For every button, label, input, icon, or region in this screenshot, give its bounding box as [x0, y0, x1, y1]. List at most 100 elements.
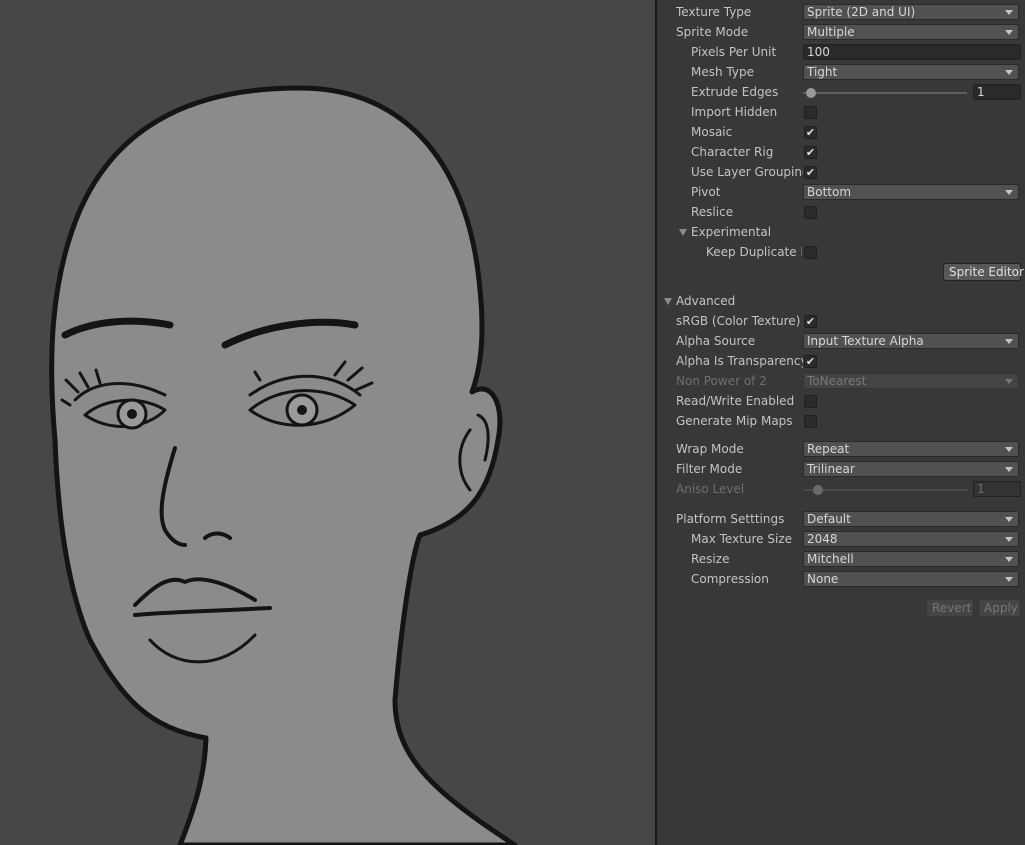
use-layer-grouping-row: Use Layer Grouping ✔	[657, 162, 1025, 182]
import-hidden-checkbox[interactable]	[804, 106, 817, 119]
srgb-label: sRGB (Color Texture)	[676, 314, 801, 328]
checkmark-icon: ✔	[805, 166, 816, 179]
apply-button[interactable]: Apply	[978, 599, 1021, 617]
checkmark-icon: ✔	[805, 146, 816, 159]
read-write-row: Read/Write Enabled	[657, 391, 1025, 411]
pivot-dropdown[interactable]: Bottom	[803, 184, 1019, 200]
import-hidden-row: Import Hidden	[657, 102, 1025, 122]
aniso-level-slider	[803, 485, 967, 495]
checkmark-icon: ✔	[805, 315, 816, 328]
extrude-edges-label: Extrude Edges	[691, 85, 779, 99]
advanced-foldout[interactable]: Advanced	[657, 291, 1025, 311]
alpha-is-transparency-label: Alpha Is Transparency	[676, 354, 803, 368]
texture-type-dropdown[interactable]: Sprite (2D and UI)	[803, 4, 1019, 20]
non-power-of-2-dropdown: ToNearest	[803, 373, 1019, 389]
use-layer-grouping-label: Use Layer Grouping	[691, 165, 803, 179]
sprite-preview-viewport[interactable]	[0, 0, 655, 845]
chevron-down-icon	[1005, 557, 1013, 562]
alpha-source-dropdown[interactable]: Input Texture Alpha	[803, 333, 1019, 349]
filter-mode-dropdown[interactable]: Trilinear	[803, 461, 1019, 477]
foldout-arrow-icon[interactable]	[679, 229, 687, 236]
sprite-mode-label: Sprite Mode	[676, 25, 749, 39]
reslice-checkbox[interactable]	[804, 206, 817, 219]
max-texture-size-dropdown[interactable]: 2048	[803, 531, 1019, 547]
read-write-checkbox[interactable]	[804, 395, 817, 408]
pixels-per-unit-row: Pixels Per Unit 100	[657, 42, 1025, 62]
chevron-down-icon	[1005, 10, 1013, 15]
non-power-of-2-label: Non Power of 2	[676, 374, 767, 388]
alpha-source-row: Alpha Source Input Texture Alpha	[657, 331, 1025, 351]
import-hidden-label: Import Hidden	[691, 105, 778, 119]
chevron-down-icon	[1005, 517, 1013, 522]
checkmark-icon: ✔	[805, 355, 816, 368]
foldout-arrow-icon[interactable]	[664, 298, 672, 305]
mesh-type-dropdown[interactable]: Tight	[803, 64, 1019, 80]
sprite-mode-dropdown[interactable]: Multiple	[803, 24, 1019, 40]
wrap-mode-row: Wrap Mode Repeat	[657, 439, 1025, 459]
advanced-label: Advanced	[676, 294, 736, 308]
chevron-down-icon	[1005, 467, 1013, 472]
srgb-row: sRGB (Color Texture) ✔	[657, 311, 1025, 331]
extrude-edges-row: Extrude Edges 1	[657, 82, 1025, 102]
mosaic-checkbox[interactable]: ✔	[804, 126, 817, 139]
chevron-down-icon	[1005, 537, 1013, 542]
read-write-label: Read/Write Enabled	[676, 394, 795, 408]
chevron-down-icon	[1005, 339, 1013, 344]
srgb-checkbox[interactable]: ✔	[804, 315, 817, 328]
aniso-level-label: Aniso Level	[676, 482, 745, 496]
platform-settings-dropdown[interactable]: Default	[803, 511, 1019, 527]
resize-dropdown[interactable]: Mitchell	[803, 551, 1019, 567]
pixels-per-unit-label: Pixels Per Unit	[691, 45, 777, 59]
chevron-down-icon	[1005, 190, 1013, 195]
chevron-down-icon	[1005, 577, 1013, 582]
texture-import-inspector: Texture Type Sprite (2D and UI) Sprite M…	[657, 0, 1025, 845]
extrude-edges-field[interactable]: 1	[973, 84, 1021, 100]
generate-mip-maps-row: Generate Mip Maps	[657, 411, 1025, 431]
checkmark-icon: ✔	[805, 126, 816, 139]
texture-type-label: Texture Type	[676, 5, 752, 19]
max-texture-size-label: Max Texture Size	[691, 532, 792, 546]
platform-settings-label: Platform Setttings	[676, 512, 785, 526]
sprite-mode-row: Sprite Mode Multiple	[657, 22, 1025, 42]
alpha-is-transparency-checkbox[interactable]: ✔	[804, 355, 817, 368]
filter-mode-row: Filter Mode Trilinear	[657, 459, 1025, 479]
pixels-per-unit-field[interactable]: 100	[803, 44, 1021, 60]
non-power-of-2-row: Non Power of 2 ToNearest	[657, 371, 1025, 391]
character-rig-checkbox[interactable]: ✔	[804, 146, 817, 159]
alpha-source-label: Alpha Source	[676, 334, 756, 348]
max-texture-size-row: Max Texture Size 2048	[657, 529, 1025, 549]
reslice-label: Reslice	[691, 205, 734, 219]
mosaic-label: Mosaic	[691, 125, 733, 139]
pivot-row: Pivot Bottom	[657, 182, 1025, 202]
extrude-edges-slider[interactable]	[803, 88, 967, 98]
compression-row: Compression None	[657, 569, 1025, 589]
chevron-down-icon	[1005, 379, 1013, 384]
alpha-is-transparency-row: Alpha Is Transparency ✔	[657, 351, 1025, 371]
experimental-label: Experimental	[691, 225, 772, 239]
character-rig-row: Character Rig ✔	[657, 142, 1025, 162]
keep-duplicate-checkbox[interactable]	[804, 246, 817, 259]
platform-settings-row: Platform Setttings Default	[657, 509, 1025, 529]
generate-mip-maps-label: Generate Mip Maps	[676, 414, 793, 428]
compression-dropdown[interactable]: None	[803, 571, 1019, 587]
sprite-editor-button[interactable]: Sprite Editor	[943, 263, 1024, 281]
slider-handle[interactable]	[806, 88, 816, 98]
character-rig-label: Character Rig	[691, 145, 774, 159]
wrap-mode-dropdown[interactable]: Repeat	[803, 441, 1019, 457]
use-layer-grouping-checkbox[interactable]: ✔	[804, 166, 817, 179]
chevron-down-icon	[1005, 447, 1013, 452]
mesh-type-label: Mesh Type	[691, 65, 754, 79]
character-face-preview	[49, 85, 518, 845]
revert-button[interactable]: Revert	[926, 599, 974, 617]
mesh-type-row: Mesh Type Tight	[657, 62, 1025, 82]
experimental-foldout[interactable]: Experimental	[657, 222, 1025, 242]
aniso-level-field: 1	[973, 481, 1021, 497]
keep-duplicate-label: Keep Duplicate N	[706, 245, 802, 259]
chevron-down-icon	[1005, 30, 1013, 35]
mosaic-row: Mosaic ✔	[657, 122, 1025, 142]
aniso-level-row: Aniso Level 1	[657, 479, 1025, 499]
resize-row: Resize Mitchell	[657, 549, 1025, 569]
reslice-row: Reslice	[657, 202, 1025, 222]
keep-duplicate-row: Keep Duplicate N	[657, 242, 1025, 262]
generate-mip-maps-checkbox[interactable]	[804, 415, 817, 428]
